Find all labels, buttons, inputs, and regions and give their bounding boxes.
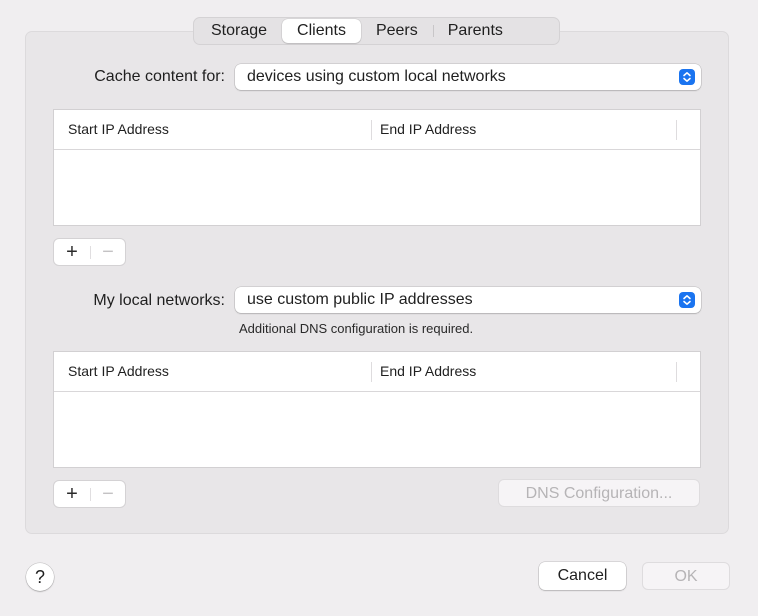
column-header-end-ip[interactable]: End IP Address xyxy=(380,352,476,391)
cache-content-ip-table[interactable]: Start IP Address End IP Address xyxy=(53,109,701,226)
dns-configuration-button[interactable]: DNS Configuration... xyxy=(498,479,700,507)
cancel-button[interactable]: Cancel xyxy=(539,562,626,590)
table-header: Start IP Address End IP Address xyxy=(54,352,700,392)
tab-bar: Storage Clients Peers Parents xyxy=(193,17,560,45)
column-header-start-ip[interactable]: Start IP Address xyxy=(68,352,169,391)
add-range-button[interactable]: + xyxy=(54,481,90,507)
column-header-start-ip[interactable]: Start IP Address xyxy=(68,110,169,149)
help-button[interactable]: ? xyxy=(26,563,54,591)
local-networks-add-remove-control: + − xyxy=(53,480,126,508)
remove-range-button[interactable]: − xyxy=(91,239,125,265)
tab-peers[interactable]: Peers xyxy=(361,19,433,43)
column-separator xyxy=(371,120,372,140)
dns-required-note: Additional DNS configuration is required… xyxy=(239,321,474,336)
local-networks-ip-table[interactable]: Start IP Address End IP Address xyxy=(53,351,701,468)
cache-content-popup[interactable]: devices using custom local networks xyxy=(235,64,701,90)
cache-content-value: devices using custom local networks xyxy=(247,68,506,85)
table-header: Start IP Address End IP Address xyxy=(54,110,700,150)
cache-content-label: Cache content for: xyxy=(94,68,225,85)
column-separator xyxy=(676,120,677,140)
popup-chevrons-icon xyxy=(679,292,695,308)
ok-button[interactable]: OK xyxy=(642,562,730,590)
local-networks-value: use custom public IP addresses xyxy=(247,291,473,308)
remove-range-button[interactable]: − xyxy=(91,481,125,507)
add-range-button[interactable]: + xyxy=(54,239,90,265)
tab-clients[interactable]: Clients xyxy=(282,19,361,43)
column-header-end-ip[interactable]: End IP Address xyxy=(380,110,476,149)
cache-content-add-remove-control: + − xyxy=(53,238,126,266)
column-separator xyxy=(371,362,372,382)
local-networks-popup[interactable]: use custom public IP addresses xyxy=(235,287,701,313)
column-separator xyxy=(676,362,677,382)
popup-chevrons-icon xyxy=(679,69,695,85)
local-networks-label: My local networks: xyxy=(93,292,225,309)
tab-parents[interactable]: Parents xyxy=(432,19,518,43)
preferences-sheet: Storage Clients Peers Parents Cache cont… xyxy=(0,0,758,616)
tab-storage[interactable]: Storage xyxy=(196,19,282,43)
